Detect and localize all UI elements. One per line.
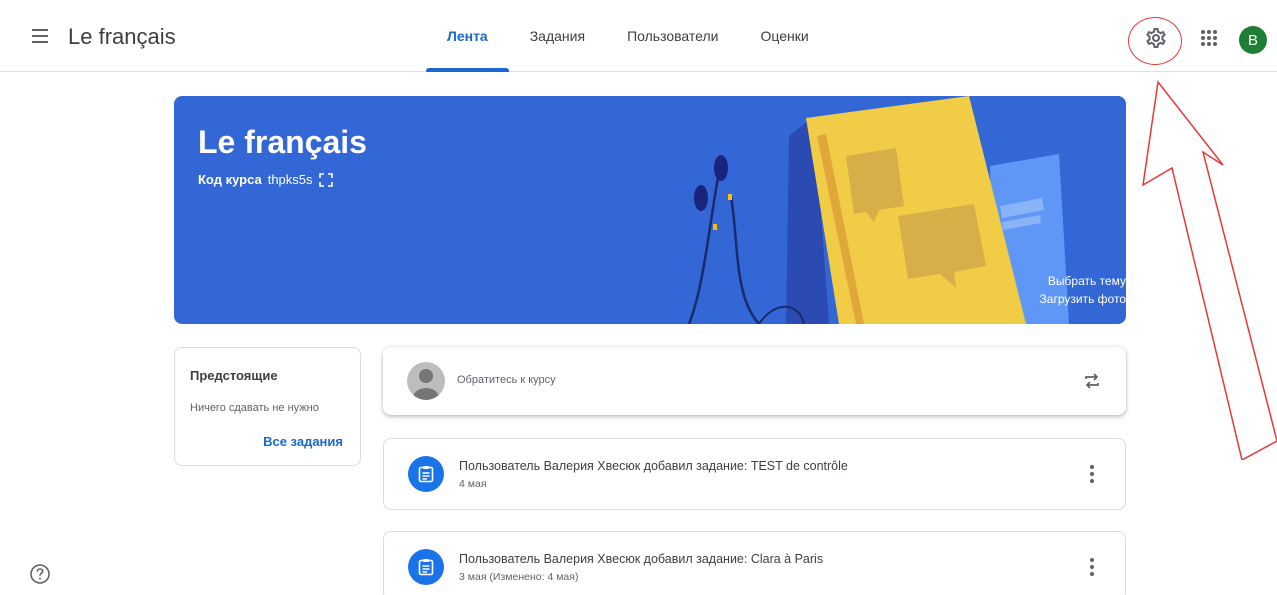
course-title: Le français xyxy=(198,124,367,160)
user-avatar xyxy=(407,362,445,400)
tab-classwork[interactable]: Задания xyxy=(509,0,606,72)
assignment-icon xyxy=(408,549,444,585)
stream-item-title: Пользователь Валерия Хвесюк добавил зада… xyxy=(459,459,848,473)
stream-item[interactable]: Пользователь Валерия Хвесюк добавил зада… xyxy=(383,438,1126,510)
view-all-link[interactable]: Все задания xyxy=(263,434,343,449)
banner-actions: Выбрать тему Загрузить фото xyxy=(1040,272,1126,308)
stream-item-title: Пользователь Валерия Хвесюк добавил зада… xyxy=(459,552,824,566)
app-title[interactable]: Le français xyxy=(68,24,176,50)
choose-theme-link[interactable]: Выбрать тему xyxy=(1040,272,1126,290)
assignment-icon xyxy=(408,456,444,492)
course-code-value: thpks5s xyxy=(267,172,313,187)
fullscreen-icon[interactable] xyxy=(318,172,333,187)
menu-icon[interactable] xyxy=(26,24,54,48)
account-avatar[interactable]: B xyxy=(1239,26,1267,54)
annotation-arrow xyxy=(1142,80,1277,460)
tab-grades[interactable]: Оценки xyxy=(739,0,829,72)
gear-icon[interactable] xyxy=(1144,26,1168,50)
announce-box[interactable]: Обратитесь к курсу xyxy=(383,347,1126,415)
upcoming-empty-text: Ничего сдавать не нужно xyxy=(190,402,319,414)
top-app-bar: Le français Лента Задания Пользователи О… xyxy=(0,0,1277,72)
repost-icon[interactable] xyxy=(1082,371,1102,391)
tab-stream[interactable]: Лента xyxy=(426,0,509,72)
apps-grid-icon[interactable] xyxy=(1197,26,1221,50)
more-vert-icon[interactable] xyxy=(1088,556,1096,578)
course-code: Код курса thpks5s xyxy=(198,172,333,187)
upload-photo-link[interactable]: Загрузить фото xyxy=(1040,290,1126,308)
stream-item-date: 4 мая xyxy=(459,478,487,490)
stream-item[interactable]: Пользователь Валерия Хвесюк добавил зада… xyxy=(383,531,1126,595)
course-banner: Le français Код курса thpks5s Выбрать те… xyxy=(174,96,1126,324)
more-vert-icon[interactable] xyxy=(1088,463,1096,485)
course-tabs: Лента Задания Пользователи Оценки xyxy=(426,0,830,72)
tab-people[interactable]: Пользователи xyxy=(606,0,739,72)
stream-item-date: 3 мая (Изменено: 4 мая) xyxy=(459,571,579,583)
course-code-label: Код курса xyxy=(198,172,262,187)
help-icon[interactable] xyxy=(29,563,51,585)
upcoming-panel: Предстоящие Ничего сдавать не нужно Все … xyxy=(174,347,361,466)
announce-placeholder[interactable]: Обратитесь к курсу xyxy=(457,374,556,386)
upcoming-title: Предстоящие xyxy=(190,368,278,383)
